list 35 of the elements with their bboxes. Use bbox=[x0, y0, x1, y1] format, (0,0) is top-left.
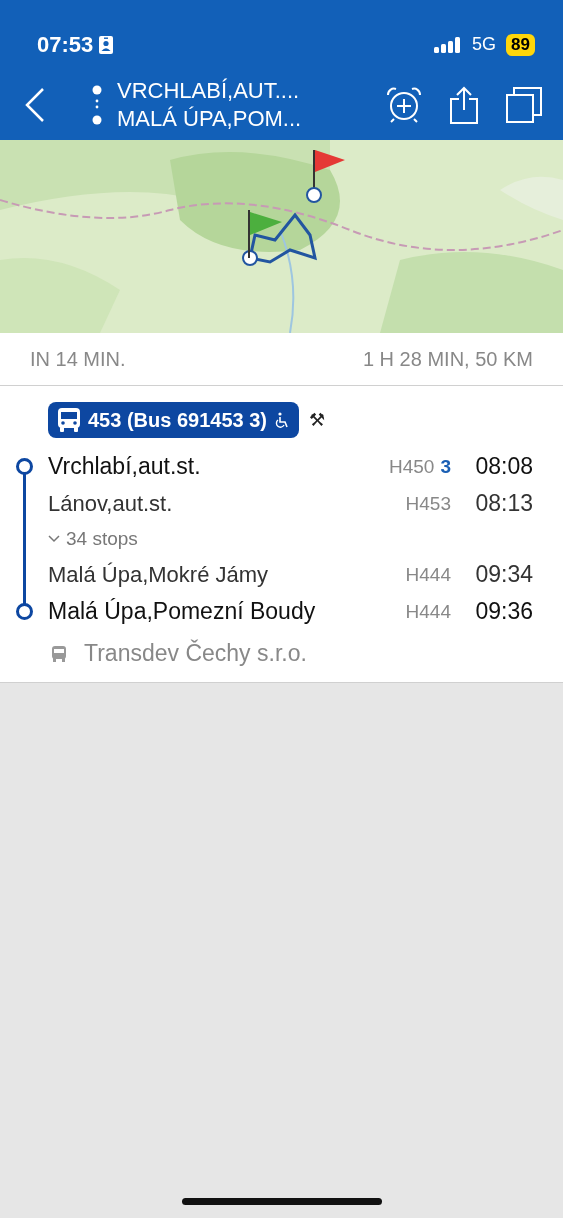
battery-level: 89 bbox=[506, 33, 535, 56]
network-label: 5G bbox=[472, 34, 497, 55]
share-icon[interactable] bbox=[449, 85, 479, 124]
departure-time: IN 14 MIN. bbox=[30, 347, 126, 371]
stop-name[interactable]: Malá Úpa,Mokré Jámy bbox=[48, 561, 406, 588]
bus-icon bbox=[52, 645, 66, 662]
stop-name[interactable]: Vrchlabí,aut.st. bbox=[48, 453, 389, 480]
stop-name[interactable]: Malá Úpa,Pomezní Boudy bbox=[48, 598, 406, 625]
copy-icon[interactable] bbox=[505, 85, 543, 124]
trip-duration: 1 H 28 MIN, 50 KM bbox=[362, 347, 533, 371]
stop-platform: H453 bbox=[405, 492, 451, 515]
stop-time: 09:34 bbox=[474, 561, 533, 588]
operator-name: Transdev Čechy s.r.o. bbox=[84, 640, 307, 667]
destination-label: MALÁ ÚPA,POM... bbox=[117, 104, 302, 133]
status-time: 07:53 bbox=[37, 31, 94, 58]
origin-label: VRCHLABÍ,AUT.... bbox=[117, 76, 301, 105]
route-dots-icon bbox=[91, 84, 103, 125]
stop-time: 08:08 bbox=[474, 453, 533, 480]
stop-platform: H444 bbox=[405, 600, 451, 623]
stop-time: 08:13 bbox=[474, 490, 533, 517]
tools-symbol: ⚒ bbox=[309, 409, 325, 431]
stops-toggle[interactable]: 34 stops bbox=[16, 522, 138, 556]
chevron-icon bbox=[48, 535, 60, 543]
line-badge[interactable]: 453 (Bus 691453 3) bbox=[48, 402, 299, 438]
bus-icon bbox=[58, 408, 80, 432]
back-icon[interactable] bbox=[24, 86, 46, 123]
signal-icon bbox=[434, 36, 463, 53]
track-number: 3 bbox=[440, 455, 451, 478]
stop-name[interactable]: Lánov,aut.st. bbox=[48, 490, 406, 517]
id-card-icon bbox=[99, 35, 114, 54]
stop-time: 09:36 bbox=[474, 598, 533, 625]
line-label: 453 (Bus 691453 3) bbox=[88, 408, 267, 432]
stop-platform: H450 bbox=[389, 455, 435, 478]
stop-platform: H444 bbox=[405, 563, 451, 586]
alarm-add-icon[interactable] bbox=[385, 85, 423, 124]
